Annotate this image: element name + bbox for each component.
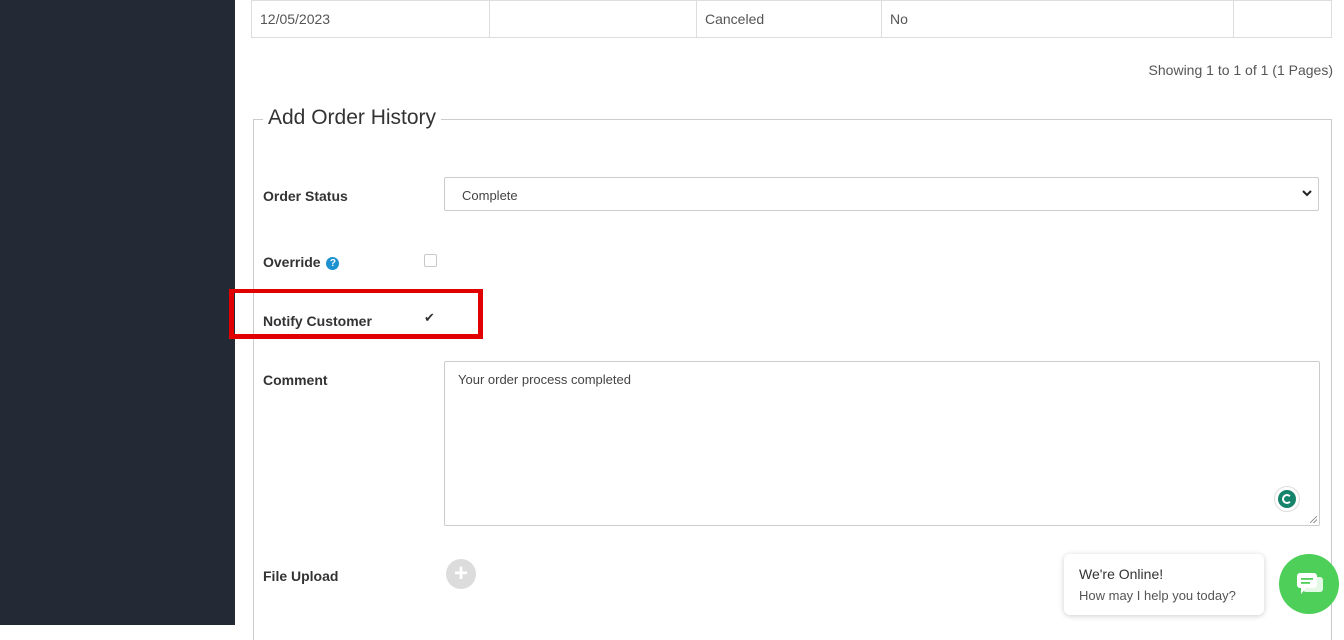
main-content: 12/05/2023 Canceled No Showing 1 to 1 of… — [229, 0, 1344, 640]
pagination-info: Showing 1 to 1 of 1 (1 Pages) — [1148, 62, 1333, 78]
comment-text: Your order process completed — [458, 372, 631, 387]
file-upload-label: File Upload — [263, 568, 339, 584]
history-comment-cell — [489, 0, 697, 38]
chat-title: We're Online! — [1079, 566, 1164, 582]
plus-circle-icon: + — [453, 560, 468, 587]
grammarly-icon[interactable] — [1274, 486, 1300, 512]
history-action-cell — [1233, 0, 1332, 38]
chat-subtitle: How may I help you today? — [1079, 588, 1236, 603]
order-status-label: Order Status — [263, 188, 348, 204]
override-checkbox[interactable] — [424, 254, 437, 267]
comment-label: Comment — [263, 372, 328, 388]
question-circle-icon[interactable]: ? — [326, 256, 340, 270]
notify-customer-checkbox[interactable]: ✔ — [424, 310, 437, 325]
history-notified-cell: No — [881, 0, 1234, 38]
fieldset-legend: Add Order History — [263, 106, 442, 130]
table-row: 12/05/2023 Canceled No — [251, 0, 1332, 38]
notify-customer-label: Notify Customer — [263, 313, 372, 329]
comment-textarea[interactable]: Your order process completed — [444, 361, 1320, 526]
chat-bubbles-icon — [1297, 573, 1323, 594]
override-label: Override — [263, 254, 321, 270]
upload-button[interactable]: + — [446, 559, 476, 589]
override-label-wrap: Override ? — [263, 254, 340, 270]
order-status-select[interactable]: Complete — [444, 177, 1319, 211]
order-status-selected-value: Complete — [462, 188, 518, 203]
chat-launcher-button[interactable] — [1279, 554, 1339, 614]
chat-greeting-bubble[interactable]: We're Online! How may I help you today? — [1064, 554, 1264, 615]
history-status-cell: Canceled — [696, 0, 882, 38]
check-icon: ✔ — [424, 310, 435, 325]
history-date-cell: 12/05/2023 — [251, 0, 490, 38]
resize-handle[interactable] — [1310, 516, 1317, 523]
order-history-table: 12/05/2023 Canceled No — [251, 0, 1332, 38]
chevron-down-icon — [1302, 190, 1312, 197]
sidebar — [0, 0, 235, 625]
